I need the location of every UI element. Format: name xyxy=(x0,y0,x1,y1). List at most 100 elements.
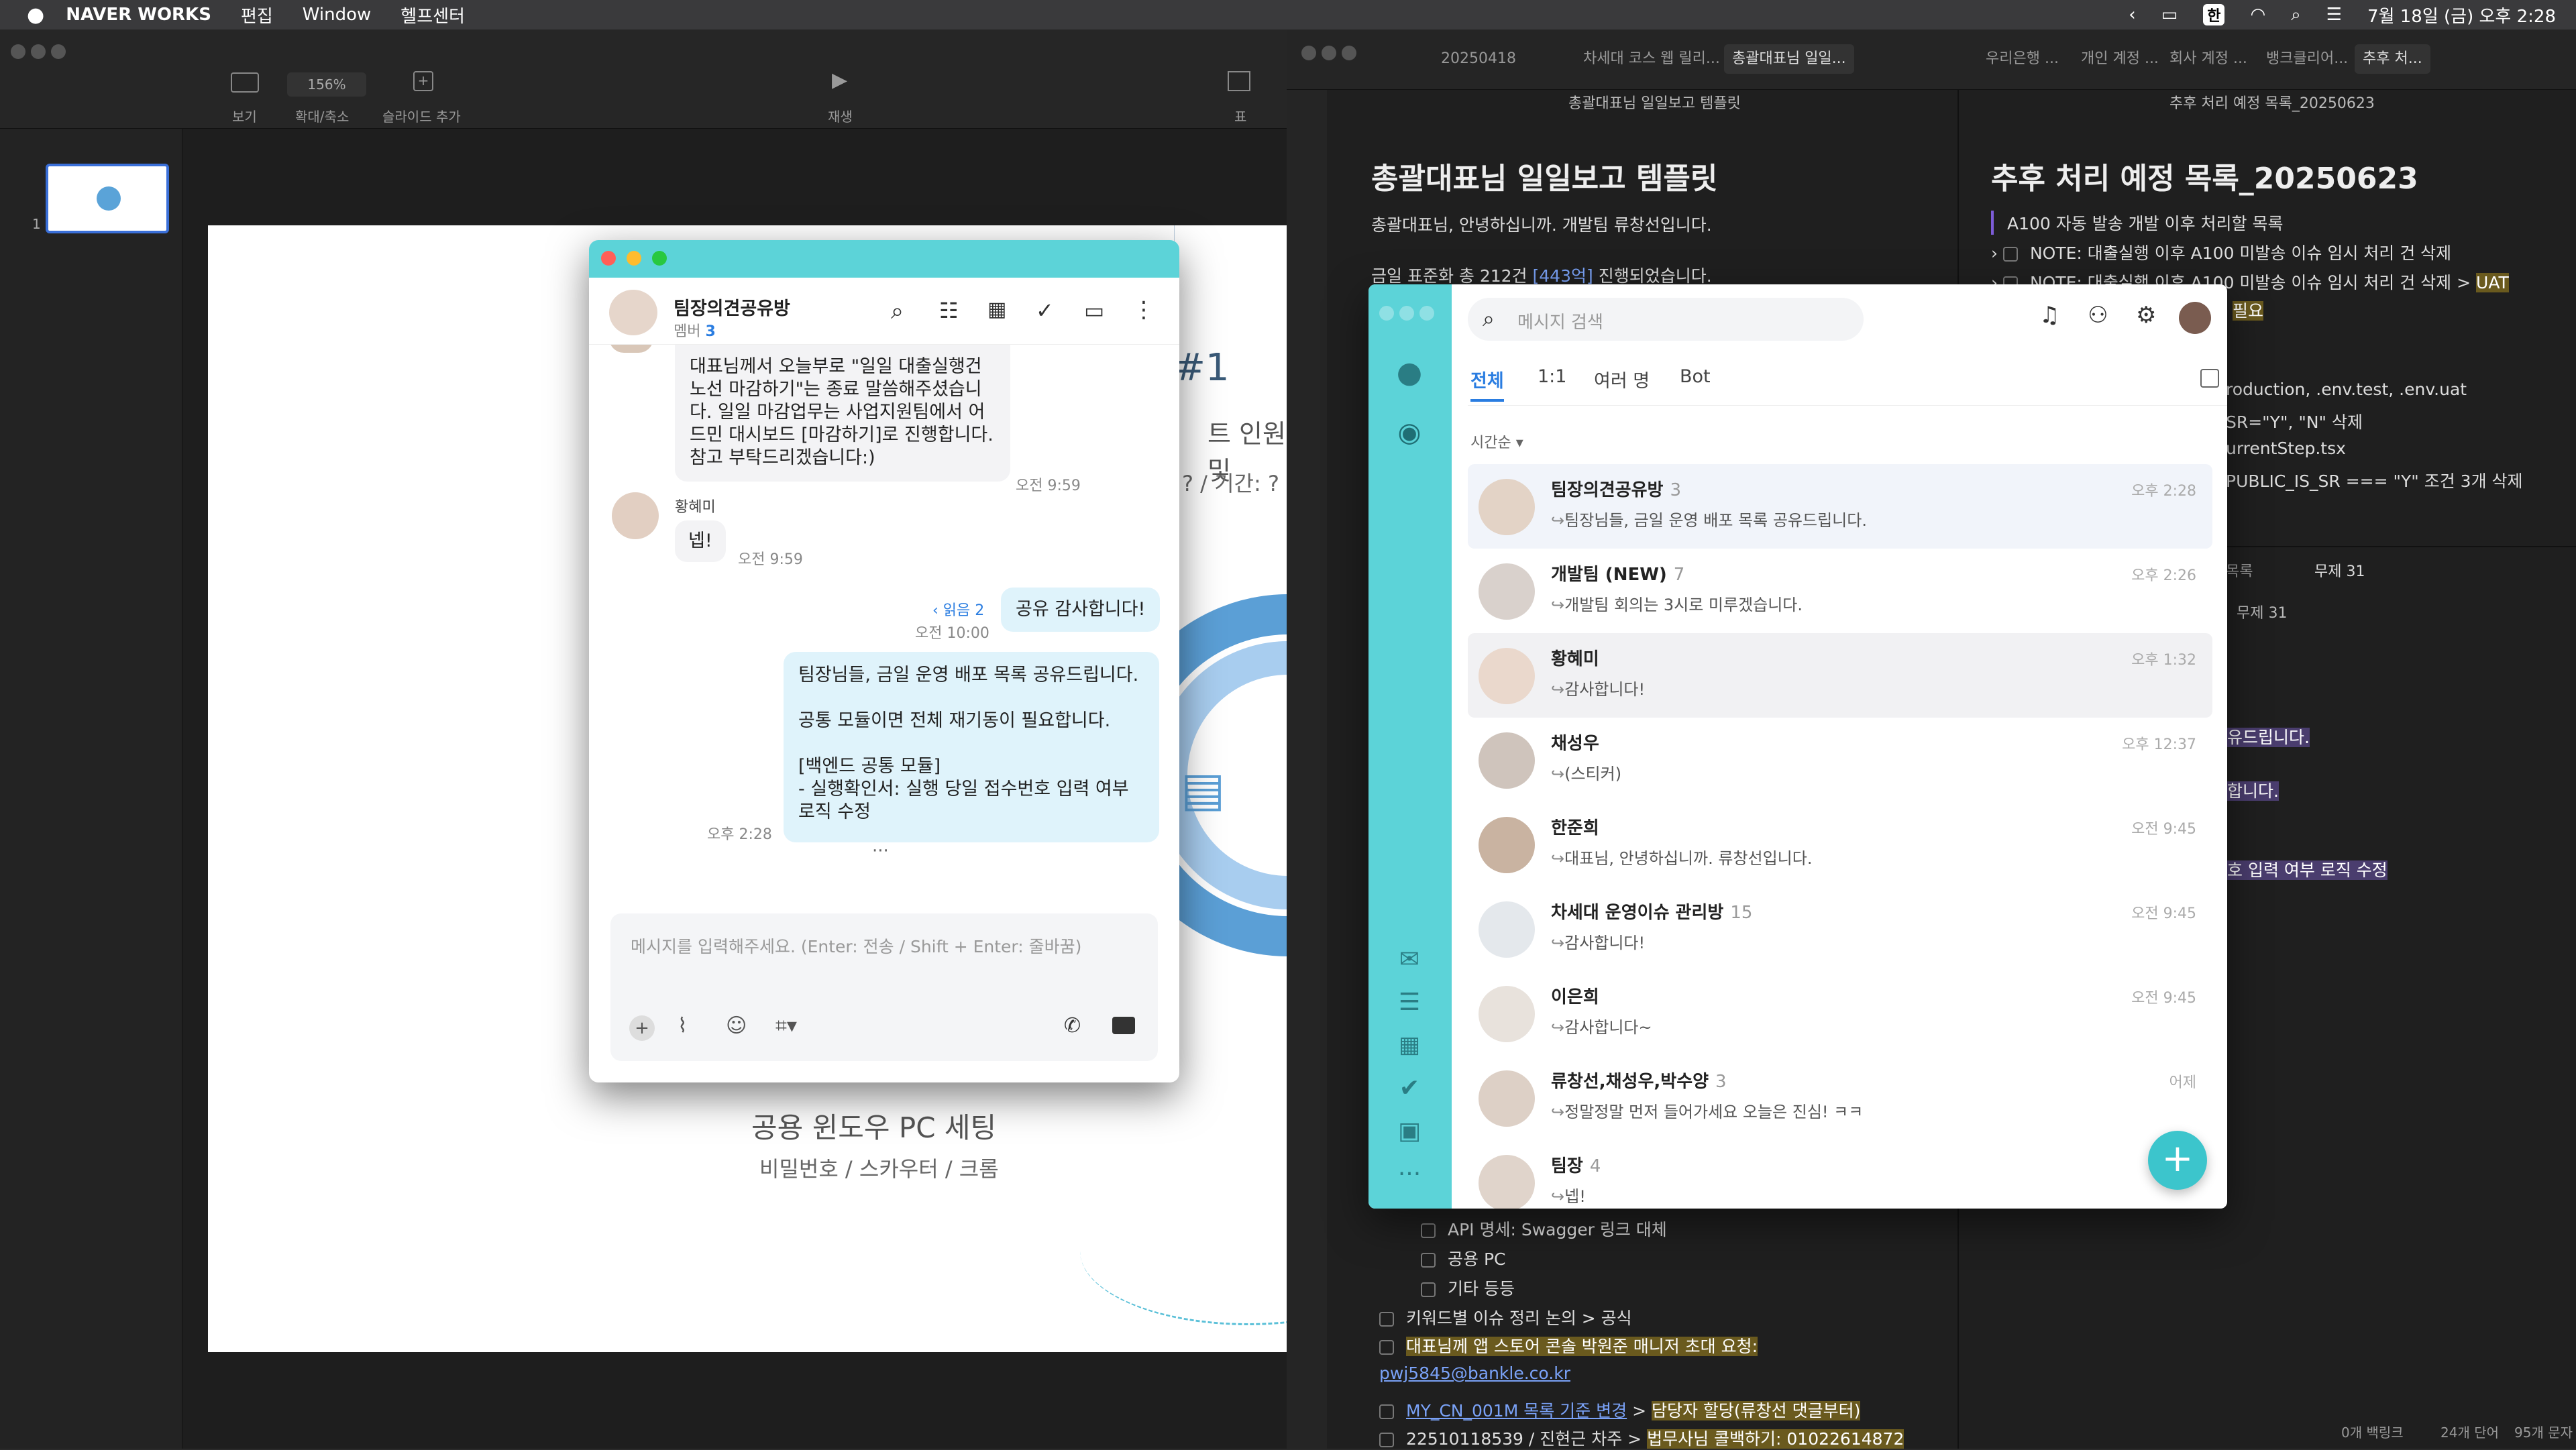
spotlight-icon[interactable]: ⌕ xyxy=(2291,5,2301,25)
emoji-icon[interactable]: ☺ xyxy=(726,1014,747,1038)
avatar[interactable] xyxy=(612,492,659,539)
link[interactable]: MY_CN_001M 목록 기준 변경 xyxy=(1406,1401,1627,1420)
checkbox[interactable] xyxy=(1379,1312,1394,1327)
tab-one-to-one[interactable]: 1:1 xyxy=(1538,366,1566,387)
gear-icon[interactable]: ⚙ xyxy=(2136,302,2156,329)
attach-icon[interactable]: ⌇ xyxy=(678,1014,688,1038)
task-icon[interactable]: ✓ xyxy=(1036,298,1054,323)
zoom-button[interactable] xyxy=(51,44,66,59)
bell-icon[interactable]: ♫ xyxy=(2039,302,2059,329)
tab-group[interactable]: 여러 명 xyxy=(1594,366,1650,392)
tab-personal[interactable]: 개인 계정 ... xyxy=(2081,44,2159,74)
add-icon[interactable]: + xyxy=(629,1015,655,1041)
menu-window[interactable]: Window xyxy=(303,5,372,25)
more-icon[interactable]: ⋮ xyxy=(1132,296,1155,323)
tab-company[interactable]: 회사 계정 ... xyxy=(2169,44,2247,74)
zoom-select[interactable]: 156% xyxy=(287,72,366,97)
search-input[interactable]: 메시지 검색 xyxy=(1517,309,1603,333)
works-zoom-button[interactable] xyxy=(1419,306,1434,321)
chat-room-row[interactable]: 팀장의견공유방 3 ↪팀장님들, 금일 운영 배포 목록 공유드립니다. 오후 2:2… xyxy=(1468,464,2212,549)
chat-room-row[interactable]: 차세대 운영이슈 관리방 15 ↪감사합니다! 오전 9:45 xyxy=(1468,887,2212,971)
phone-icon[interactable]: ✆ xyxy=(1064,1014,1081,1038)
chat-zoom-button[interactable] xyxy=(652,251,667,266)
email-link[interactable]: pwj5845@bankle.co.kr xyxy=(1379,1363,1570,1383)
tab-daily-report[interactable]: 총괄대표님 일일... xyxy=(1724,44,1854,74)
close-button[interactable] xyxy=(11,44,25,59)
chat-room-row[interactable]: 황혜미 ↪감사합니다! 오후 1:32 xyxy=(1468,633,2212,718)
panel-toggle-icon[interactable] xyxy=(2200,369,2219,388)
tab-untitled[interactable]: 무제 31 xyxy=(2314,559,2365,581)
video-icon[interactable] xyxy=(1112,1017,1135,1034)
chevron-left-icon[interactable]: ‹ xyxy=(2129,5,2135,25)
read-count[interactable]: ‹ 읽음 2 xyxy=(932,598,984,620)
tab-bot[interactable]: Bot xyxy=(1680,366,1711,387)
menu-edit[interactable]: 편집 xyxy=(241,3,273,27)
tab-pending[interactable]: 추후 처... xyxy=(2355,44,2430,74)
add-slide-icon[interactable]: + xyxy=(413,71,433,91)
chat-minimize-button[interactable] xyxy=(627,251,641,266)
search-icon[interactable]: ⌕ xyxy=(891,298,904,325)
app-name[interactable]: NAVER WORKS xyxy=(66,5,211,25)
folder-icon[interactable]: ▭ xyxy=(1084,298,1104,323)
calendar-icon[interactable]: ▦ xyxy=(987,298,1006,321)
tab-20250418[interactable]: 20250418 xyxy=(1441,44,1516,74)
control-center-icon[interactable]: ☰ xyxy=(2326,5,2342,25)
works-minimize-button[interactable] xyxy=(1399,306,1414,321)
input-source[interactable]: 한 xyxy=(2203,4,2225,25)
checkbox[interactable] xyxy=(1421,1223,1436,1238)
chat-room-row[interactable]: 한준희 ↪대표님, 안녕하십니까. 류창선입니다. 오전 9:45 xyxy=(1468,802,2212,887)
chat-room-row[interactable]: 팀장 4 ↪넵! xyxy=(1468,1140,2212,1209)
more-indicator[interactable]: ··· xyxy=(872,841,889,861)
slide-thumbnail[interactable] xyxy=(46,164,169,233)
checkbox[interactable] xyxy=(1421,1282,1436,1297)
table-icon[interactable] xyxy=(1228,71,1250,91)
pane1-line2b[interactable]: [443억] xyxy=(1533,266,1593,286)
profile-avatar[interactable] xyxy=(2179,302,2211,334)
notes-icon[interactable]: ☷ xyxy=(939,298,959,323)
message-icon[interactable]: ◉ xyxy=(1389,412,1430,453)
checkbox[interactable] xyxy=(1379,1433,1394,1447)
sort-select[interactable]: 시간순 ▾ xyxy=(1470,431,1523,452)
message-input[interactable]: 메시지를 입력해주세요. (Enter: 전송 / Shift + Enter:… xyxy=(631,934,1127,958)
tab-bankclear[interactable]: 뱅크클리어... xyxy=(2266,44,2348,74)
play-icon[interactable]: ▶ xyxy=(832,68,847,92)
keyboard-icon[interactable]: ▭ xyxy=(2161,5,2178,25)
capture-icon[interactable]: ⌗▾ xyxy=(775,1014,797,1038)
org-icon[interactable]: ⚇ xyxy=(2088,302,2108,329)
menu-help[interactable]: 헬프센터 xyxy=(400,3,465,27)
works-close-button[interactable] xyxy=(1379,306,1394,321)
message-bubble[interactable]: 넵! xyxy=(675,520,726,562)
new-chat-button[interactable]: + xyxy=(2148,1131,2207,1190)
message-bubble[interactable]: 대표님께서 오늘부로 "일일 대출실행건 노선 마감하기"는 종료 말씀해주셨습… xyxy=(675,345,1010,482)
chat-close-button[interactable] xyxy=(601,251,616,266)
view-icon[interactable] xyxy=(231,72,259,93)
message-bubble[interactable]: 팀장님들, 금일 운영 배포 목록 공유드립니다. 공통 모듈이면 전체 재기동… xyxy=(784,652,1159,842)
message-list[interactable]: 대표님께서 오늘부로 "일일 대출실행건 노선 마감하기"는 종료 말씀해주셨습… xyxy=(589,345,1179,948)
notes-zoom-button[interactable] xyxy=(1342,46,1356,60)
mail-icon[interactable]: ✉ xyxy=(1389,942,1430,977)
chat-room-row[interactable]: 이은희 ↪감사합니다~ 오전 9:45 xyxy=(1468,971,2212,1056)
checkbox[interactable] xyxy=(1421,1253,1436,1268)
clock[interactable]: 7월 18일 (금) 오후 2:28 xyxy=(2367,3,2556,27)
tab-woori[interactable]: 우리은행 ... xyxy=(1986,44,2059,74)
minimize-button[interactable] xyxy=(31,44,46,59)
tab-next-gen[interactable]: 차세대 코스 웹 릴리... xyxy=(1583,44,1720,74)
members-count[interactable]: 3 xyxy=(705,323,715,340)
task-icon[interactable]: ✔ xyxy=(1389,1070,1430,1105)
checkbox[interactable] xyxy=(2002,247,2018,262)
wifi-icon[interactable]: ◠ xyxy=(2250,5,2265,25)
apple-icon[interactable]: ● xyxy=(27,3,44,27)
contacts-icon[interactable]: ● xyxy=(1389,351,1430,393)
message-bubble[interactable]: 공유 감사합니다! xyxy=(1001,588,1161,632)
checkbox[interactable] xyxy=(1379,1340,1394,1355)
tab-all[interactable]: 전체 xyxy=(1470,366,1504,402)
chat-room-row[interactable]: 개발팀 (NEW) 7 ↪개발팀 회의는 3시로 미루겠습니다. 오후 2:26 xyxy=(1468,549,2212,633)
board-icon[interactable]: ☰ xyxy=(1389,985,1430,1019)
notes-close-button[interactable] xyxy=(1301,46,1316,60)
more-apps-icon[interactable]: ··· xyxy=(1389,1156,1430,1191)
chat-room-row[interactable]: 류창선,채성우,박수양 3 ↪정말정말 먼저 들어가세요 오늘은 진심! ㅋㅋ 어제 xyxy=(1468,1056,2212,1140)
drive-icon[interactable]: ▣ xyxy=(1389,1113,1430,1148)
chat-room-row[interactable]: 채성우 ↪(스티커) 오후 12:37 xyxy=(1468,718,2212,802)
checkbox[interactable] xyxy=(1379,1404,1394,1419)
notes-minimize-button[interactable] xyxy=(1322,46,1336,60)
